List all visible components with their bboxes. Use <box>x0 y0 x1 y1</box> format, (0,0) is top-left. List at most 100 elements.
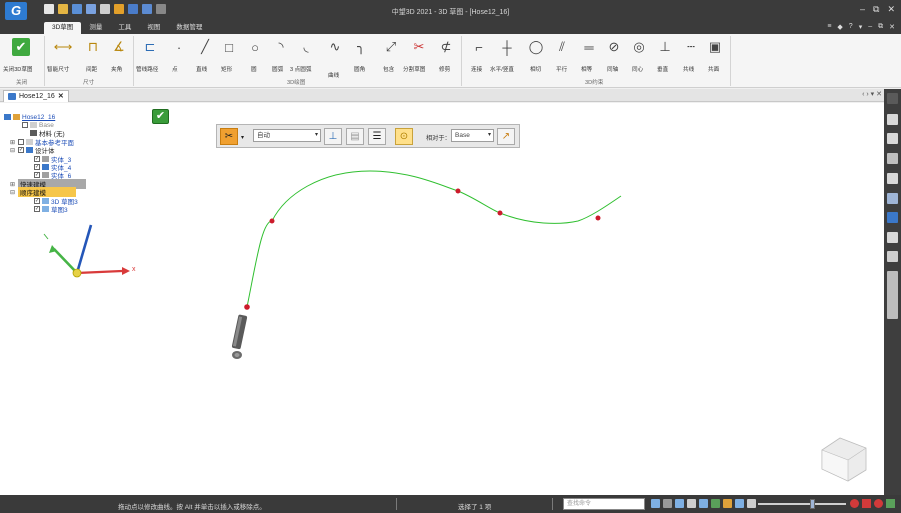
trim-icon[interactable]: ⊄ <box>437 38 455 56</box>
visibility-checkbox[interactable]: ✓ <box>34 156 40 162</box>
window-icon[interactable] <box>663 499 672 508</box>
library-icon[interactable] <box>887 212 898 223</box>
rectangle-icon[interactable]: □ <box>220 38 238 56</box>
fillet-icon[interactable]: ╮ <box>352 38 370 56</box>
display-icon[interactable] <box>699 499 708 508</box>
tab-tools[interactable]: 工具 <box>110 22 139 34</box>
parallel-icon[interactable]: ⫽ <box>553 38 571 56</box>
spline-edit-icon[interactable]: ✂ <box>220 128 238 145</box>
document-nav-controls[interactable]: ‹ › ▾ ✕ <box>862 90 882 98</box>
tangent-icon[interactable]: ◯ <box>527 38 545 56</box>
manager-icon[interactable] <box>887 93 898 104</box>
visibility-checkbox[interactable]: ✓ <box>34 172 40 178</box>
tool-icon[interactable] <box>887 173 898 184</box>
assembly-icon[interactable] <box>887 232 898 243</box>
coplanar-icon[interactable]: ▣ <box>706 38 724 56</box>
expand-icon[interactable]: ⊞ <box>10 181 16 188</box>
wireframe-icon[interactable] <box>735 499 744 508</box>
three-point-arc-icon[interactable]: ◟ <box>297 38 315 56</box>
perpendicular-icon[interactable]: ⊥ <box>656 38 674 56</box>
tree-row[interactable]: ✓ 草图3 <box>34 205 68 214</box>
smart-dimension-icon[interactable]: ⟷ <box>54 38 73 56</box>
restore-icon[interactable]: ⧉ <box>873 4 879 15</box>
snap-point-icon[interactable]: ⊙ <box>395 128 413 145</box>
alert-icon[interactable] <box>874 499 883 508</box>
tab-measure[interactable]: 测量 <box>81 22 110 34</box>
tab-data-management[interactable]: 数据管理 <box>168 22 210 34</box>
pick-reference-icon[interactable]: ↗ <box>497 128 515 145</box>
minimize-icon[interactable]: ‒ <box>860 4 865 15</box>
filter-icon[interactable] <box>887 251 898 262</box>
collapse-icon[interactable]: ⊟ <box>10 147 16 154</box>
slider-handle[interactable] <box>810 499 815 509</box>
visibility-checkbox[interactable]: ✓ <box>34 164 40 170</box>
mode-combo[interactable]: 自动 ▾ <box>253 129 321 142</box>
layer-icon[interactable] <box>887 153 898 164</box>
graphics-viewport[interactable]: x Hose12_16 Base 材料 (无) ⊞ 基本参考平面 ⊟ ✓ 设计体 <box>0 103 884 495</box>
tab-view[interactable]: 视图 <box>139 22 168 34</box>
help-icon[interactable]: ? <box>849 23 853 31</box>
distance-icon[interactable]: ⊓ <box>84 38 102 56</box>
hose-fitting-solid[interactable] <box>231 314 248 359</box>
tree-panel-icon[interactable] <box>887 133 898 144</box>
line-icon[interactable]: ╱ <box>196 38 214 56</box>
visibility-checkbox[interactable]: ✓ <box>34 198 40 204</box>
control-point[interactable] <box>269 218 275 224</box>
view-cube[interactable] <box>821 437 867 482</box>
tree-row[interactable]: 材料 (无) <box>30 129 65 138</box>
control-point[interactable] <box>497 210 503 216</box>
control-point[interactable] <box>455 188 461 194</box>
render-icon[interactable] <box>711 499 720 508</box>
document-tab[interactable]: Hose12_16 ✕ <box>3 90 69 102</box>
spline-curve[interactable] <box>246 170 622 308</box>
relative-to-combo[interactable]: Base ▾ <box>451 129 494 142</box>
dropdown-arrow-icon[interactable]: ▾ <box>241 134 244 141</box>
doc-close-icon[interactable]: ✕ <box>889 23 895 31</box>
command-search-input[interactable]: 查找命令 <box>563 498 645 510</box>
visibility-checkbox[interactable]: ✓ <box>34 206 40 212</box>
coaxial-icon[interactable]: ⊘ <box>605 38 623 56</box>
control-point[interactable] <box>244 304 250 310</box>
record-icon[interactable] <box>850 499 859 508</box>
tab-3d-sketch[interactable]: 3D草图 <box>44 22 82 34</box>
plane-align-icon[interactable]: ⊥ <box>324 128 342 145</box>
doc-restore-icon[interactable]: ⧉ <box>878 23 883 31</box>
help-panel-icon[interactable] <box>887 114 898 125</box>
curve-icon[interactable]: ∿ <box>326 38 344 56</box>
control-point[interactable] <box>595 215 601 221</box>
angle-icon[interactable]: ∡ <box>110 38 128 56</box>
close-tab-icon[interactable]: ✕ <box>58 91 64 102</box>
confirm-check-icon[interactable]: ✔ <box>152 109 169 124</box>
tree-row[interactable]: ⊟ ✓ 设计体 <box>10 146 55 155</box>
visibility-checkbox[interactable] <box>18 139 24 145</box>
collinear-icon[interactable]: ┄ <box>682 38 700 56</box>
zoom-icon[interactable] <box>675 499 684 508</box>
collapse-icon[interactable]: ⊟ <box>10 189 16 196</box>
equal-icon[interactable]: ═ <box>580 38 598 56</box>
visual-manager-icon[interactable] <box>887 271 898 319</box>
circle-icon[interactable]: ○ <box>246 38 264 56</box>
style-icon[interactable]: ◆ <box>837 23 842 31</box>
layer-status-icon[interactable] <box>687 499 696 508</box>
close-icon[interactable]: ✕ <box>887 4 895 15</box>
parallel-lines-icon[interactable]: ☰ <box>368 128 386 145</box>
connect-icon[interactable]: ⌐ <box>470 38 488 56</box>
split-sketch-icon[interactable]: ✂ <box>410 38 428 56</box>
visibility-checkbox[interactable] <box>22 122 28 128</box>
view-panel-icon[interactable] <box>887 193 898 204</box>
doc-minimize-icon[interactable]: ‒ <box>868 23 872 31</box>
grid-icon[interactable]: ▤ <box>346 128 364 145</box>
horizontal-vertical-icon[interactable]: ┼ <box>498 38 516 56</box>
point-icon[interactable]: · <box>170 38 188 56</box>
include-icon[interactable]: ⤢ <box>382 38 400 56</box>
light-icon[interactable] <box>747 499 756 508</box>
exit-sketch-icon[interactable]: ✔ <box>12 38 30 56</box>
visibility-checkbox[interactable]: ✓ <box>18 147 24 153</box>
pick-filter-icon[interactable] <box>651 499 660 508</box>
concentric-icon[interactable]: ◎ <box>630 38 648 56</box>
transparency-slider[interactable] <box>758 499 846 509</box>
stop-icon[interactable] <box>862 499 871 508</box>
tree-row[interactable]: Hose12_16 <box>4 113 55 121</box>
arc-icon[interactable]: ◝ <box>272 38 290 56</box>
pipe-path-icon[interactable]: ⊏ <box>141 38 159 56</box>
